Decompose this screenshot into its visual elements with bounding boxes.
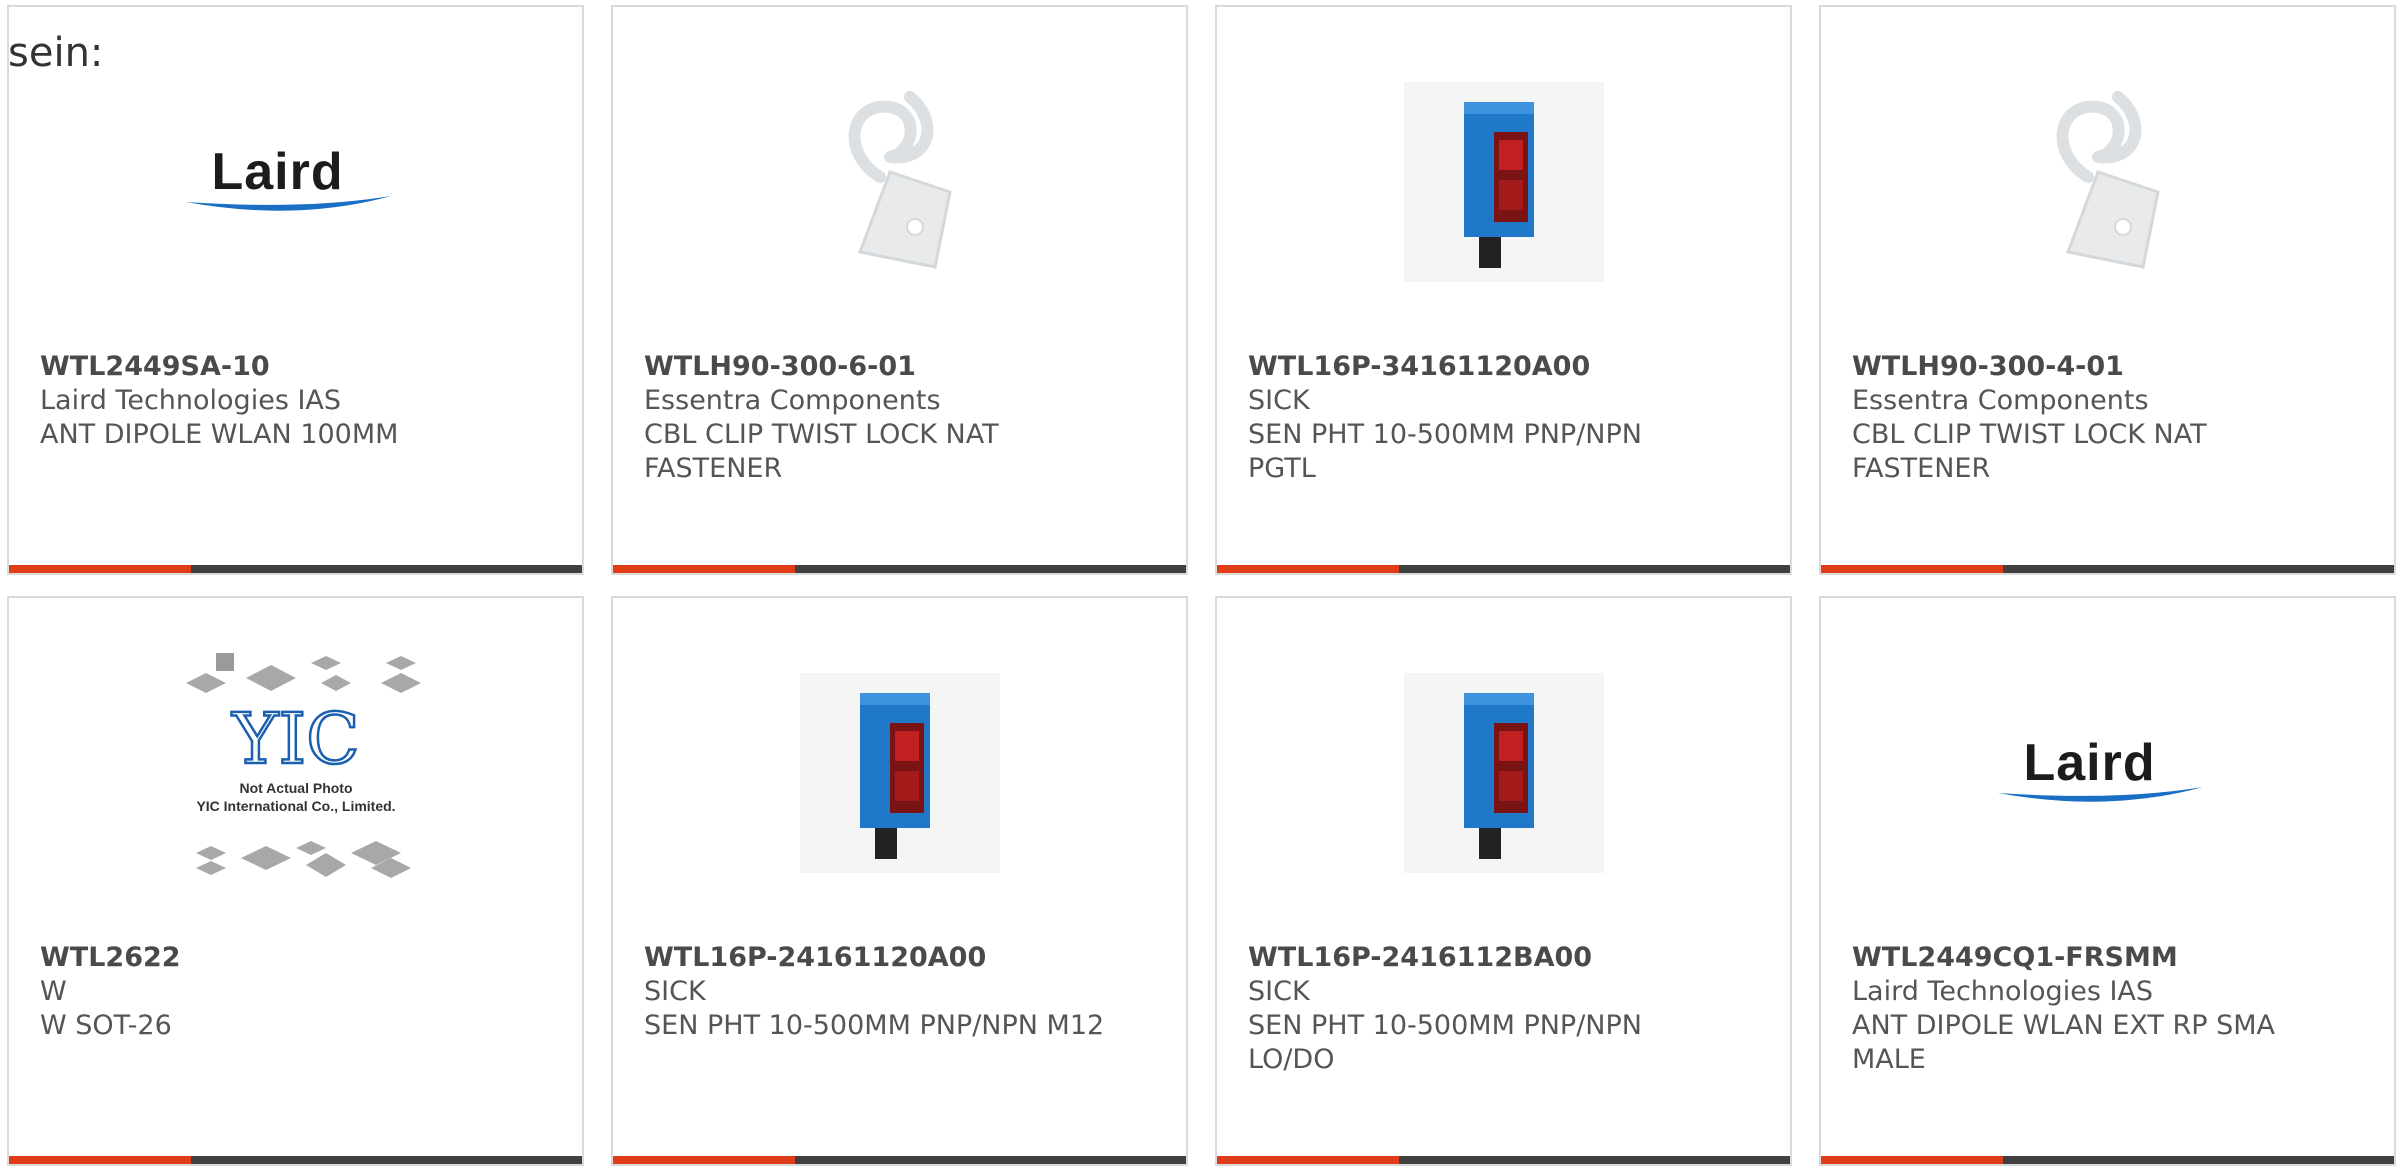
description-label: CBL CLIP TWIST LOCK NAT FASTENER: [1852, 419, 2207, 484]
photo-sensor-icon: [1403, 82, 1604, 282]
product-card[interactable]: Laird WTL2449CQ1-FRSMM Laird Technologie…: [1819, 596, 2396, 1166]
product-card[interactable]: WTL16P-34161120A00 SICK SEN PHT 10-500MM…: [1215, 5, 1792, 575]
photo-sensor-icon: [799, 673, 1000, 873]
product-image[interactable]: [613, 62, 1186, 302]
manufacturer-label: Laird Technologies IAS: [1852, 976, 2154, 1007]
yic-placeholder-icon: YIC Not Actual Photo YIC International C…: [185, 653, 421, 878]
product-image[interactable]: Laird: [1821, 653, 2394, 893]
part-number-link[interactable]: WTL16P-34161120A00: [1248, 350, 1770, 384]
part-number-link[interactable]: WTL2449SA-10: [40, 350, 562, 384]
card-footer-bar: [9, 565, 582, 573]
manufacturer-label: SICK: [1248, 385, 1310, 416]
manufacturer-label: Essentra Components: [1852, 385, 2149, 416]
product-card[interactable]: WTLH90-300-6-01 Essentra Components CBL …: [611, 5, 1188, 575]
card-footer-bar: [9, 1156, 582, 1164]
laird-logo-icon: Laird: [185, 142, 406, 222]
card-footer-bar: [613, 565, 1186, 573]
card-footer-bar: [1217, 565, 1790, 573]
part-number-link[interactable]: WTLH90-300-4-01: [1852, 350, 2374, 384]
manufacturer-label: SICK: [644, 976, 706, 1007]
description-label: SEN PHT 10-500MM PNP/NPN PGTL: [1248, 419, 1642, 484]
part-number-link[interactable]: WTL16P-24161120A00: [644, 941, 1166, 975]
description-label: SEN PHT 10-500MM PNP/NPN LO/DO: [1248, 1010, 1642, 1075]
card-footer-bar: [613, 1156, 1186, 1164]
part-number-link[interactable]: WTL2449CQ1-FRSMM: [1852, 941, 2374, 975]
image-caption-line2: YIC International Co., Limited.: [196, 798, 395, 814]
product-image[interactable]: [1217, 62, 1790, 302]
intro-text: sein:: [8, 30, 104, 76]
manufacturer-label: W: [40, 976, 67, 1007]
description-label: CBL CLIP TWIST LOCK NAT FASTENER: [644, 419, 999, 484]
laird-logo-icon: Laird: [1997, 733, 2218, 813]
product-image[interactable]: [1217, 653, 1790, 893]
product-image[interactable]: [1821, 62, 2394, 302]
part-number-link[interactable]: WTL2622: [40, 941, 562, 975]
product-image[interactable]: [613, 653, 1186, 893]
product-card[interactable]: WTLH90-300-4-01 Essentra Components CBL …: [1819, 5, 2396, 575]
photo-sensor-icon: [1403, 673, 1604, 873]
product-image[interactable]: YIC Not Actual Photo YIC International C…: [9, 653, 582, 893]
product-image[interactable]: Laird: [9, 62, 582, 302]
manufacturer-label: SICK: [1248, 976, 1310, 1007]
card-footer-bar: [1821, 565, 2394, 573]
description-label: ANT DIPOLE WLAN 100MM: [40, 419, 399, 450]
product-card[interactable]: WTL16P-24161120A00 SICK SEN PHT 10-500MM…: [611, 596, 1188, 1166]
card-footer-bar: [1821, 1156, 2394, 1164]
manufacturer-label: Essentra Components: [644, 385, 941, 416]
product-card[interactable]: YIC Not Actual Photo YIC International C…: [7, 596, 584, 1166]
product-grid: Laird WTL2449SA-10 Laird Technologies IA…: [0, 0, 2400, 1166]
description-label: ANT DIPOLE WLAN EXT RP SMA MALE: [1852, 1010, 2276, 1075]
cable-clip-icon: [2056, 91, 2160, 269]
cable-clip-icon: [848, 91, 952, 269]
description-label: SEN PHT 10-500MM PNP/NPN M12: [644, 1010, 1105, 1041]
description-label: W SOT-26: [40, 1010, 172, 1041]
product-card[interactable]: WTL16P-2416112BA00 SICK SEN PHT 10-500MM…: [1215, 596, 1792, 1166]
image-caption-line1: Not Actual Photo: [239, 780, 352, 796]
card-footer-bar: [1217, 1156, 1790, 1164]
manufacturer-label: Laird Technologies IAS: [40, 385, 342, 416]
part-number-link[interactable]: WTL16P-2416112BA00: [1248, 941, 1770, 975]
svg-text:YIC: YIC: [231, 698, 359, 780]
product-card[interactable]: Laird WTL2449SA-10 Laird Technologies IA…: [7, 5, 584, 575]
part-number-link[interactable]: WTLH90-300-6-01: [644, 350, 1166, 384]
